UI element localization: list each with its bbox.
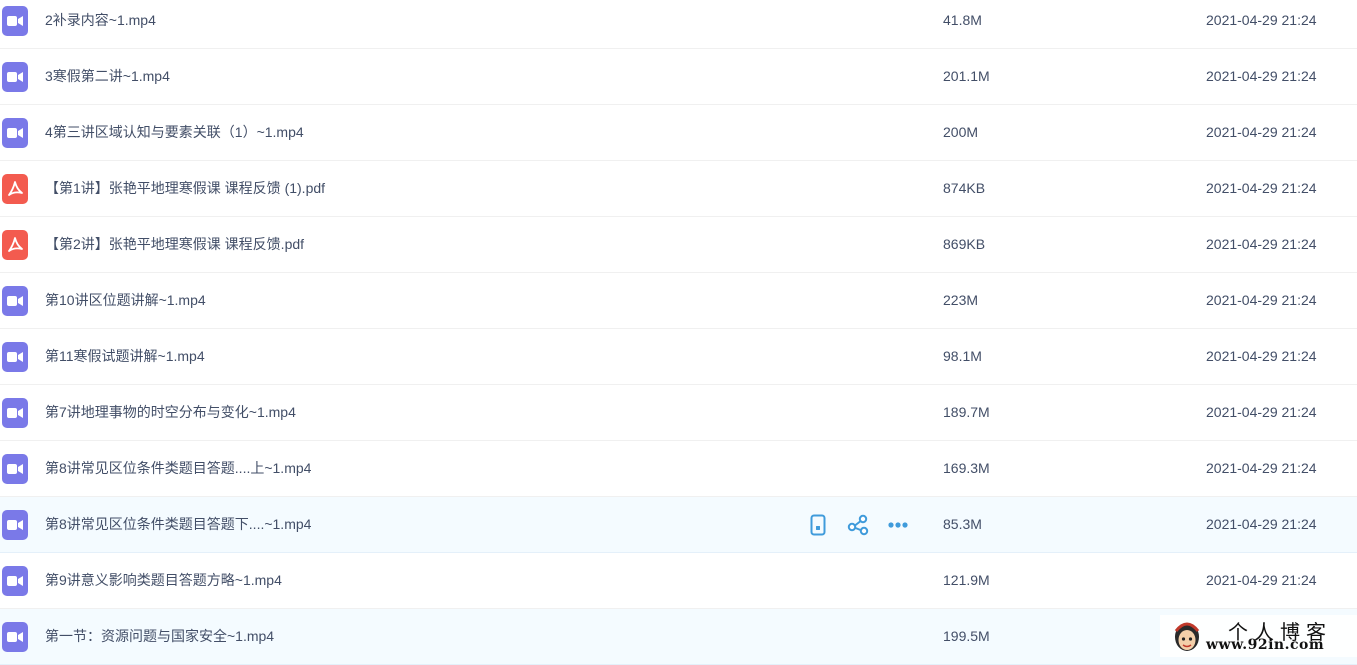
file-name[interactable]: 第10讲区位题讲解~1.mp4 — [45, 273, 206, 328]
file-date: 2021-04-29 21:24 — [1206, 348, 1317, 364]
file-date: 2021-04-29 21:24 — [1206, 460, 1317, 476]
file-row[interactable]: 4第三讲区域认知与要素关联（1）~1.mp4 200M 2021-04-29 2… — [0, 105, 1357, 161]
file-name[interactable]: 第8讲常见区位条件类题目答题....上~1.mp4 — [45, 441, 311, 496]
video-file-icon — [2, 454, 28, 484]
share-icon[interactable] — [846, 513, 870, 537]
file-name[interactable]: 第11寒假试题讲解~1.mp4 — [45, 329, 205, 384]
file-date: 2021-04-29 21:24 — [1206, 404, 1317, 420]
file-row[interactable]: 第10讲区位题讲解~1.mp4 223M 2021-04-29 21:24 — [0, 273, 1357, 329]
file-size: 223M — [943, 292, 979, 308]
file-size: 199.5M — [943, 628, 990, 644]
file-name[interactable]: 2补录内容~1.mp4 — [45, 0, 156, 48]
video-file-icon — [2, 6, 28, 36]
file-row[interactable]: 3寒假第二讲~1.mp4 201.1M 2021-04-29 21:24 — [0, 49, 1357, 105]
file-row[interactable]: 【第1讲】张艳平地理寒假课 课程反馈 (1).pdf 874KB 2021-04… — [0, 161, 1357, 217]
file-row[interactable]: 第8讲常见区位条件类题目答题....上~1.mp4 169.3M 2021-04… — [0, 441, 1357, 497]
file-row[interactable]: 第11寒假试题讲解~1.mp4 98.1M 2021-04-29 21:24 — [0, 329, 1357, 385]
file-size: 169.3M — [943, 460, 990, 476]
file-date: 2021-04-29 21:24 — [1206, 572, 1317, 588]
file-size: 121.9M — [943, 572, 990, 588]
file-size: 41.8M — [943, 12, 982, 28]
file-size: 869KB — [943, 236, 986, 252]
file-size: 85.3M — [943, 516, 982, 532]
file-name[interactable]: 第9讲意义影响类题目答题方略~1.mp4 — [45, 553, 282, 608]
watermark-url: www.92in.com — [1206, 637, 1325, 653]
video-file-icon — [2, 286, 28, 316]
file-size: 201.1M — [943, 68, 990, 84]
file-size: 189.7M — [943, 404, 990, 420]
video-file-icon — [2, 62, 28, 92]
file-row-hovered[interactable]: 第8讲常见区位条件类题目答题下....~1.mp4 85.3M 2021-04-… — [0, 497, 1357, 553]
file-size: 200M — [943, 124, 979, 140]
pdf-file-icon — [2, 174, 28, 204]
file-name[interactable]: 3寒假第二讲~1.mp4 — [45, 49, 170, 104]
avatar-logo — [1172, 619, 1202, 658]
file-row[interactable]: 第9讲意义影响类题目答题方略~1.mp4 121.9M 2021-04-29 2… — [0, 553, 1357, 609]
file-name[interactable]: 第7讲地理事物的时空分布与变化~1.mp4 — [45, 385, 296, 440]
video-file-icon — [2, 510, 28, 540]
file-row[interactable]: 【第2讲】张艳平地理寒假课 课程反馈.pdf 869KB 2021-04-29 … — [0, 217, 1357, 273]
file-name[interactable]: 4第三讲区域认知与要素关联（1）~1.mp4 — [45, 105, 304, 160]
file-name[interactable]: 【第2讲】张艳平地理寒假课 课程反馈.pdf — [45, 217, 304, 272]
video-file-icon — [2, 622, 28, 652]
file-date: 2021-04-29 21:24 — [1206, 68, 1317, 84]
row-actions — [806, 513, 926, 537]
file-name[interactable]: 第8讲常见区位条件类题目答题下....~1.mp4 — [45, 497, 311, 552]
file-size: 98.1M — [943, 348, 982, 364]
file-date: 2021-04-29 21:24 — [1206, 12, 1317, 28]
file-row[interactable]: 2补录内容~1.mp4 41.8M 2021-04-29 21:24 — [0, 0, 1357, 49]
file-date: 2021-04-29 21:24 — [1206, 180, 1317, 196]
video-file-icon — [2, 342, 28, 372]
file-name[interactable]: 【第1讲】张艳平地理寒假课 课程反馈 (1).pdf — [45, 161, 325, 216]
pdf-file-icon — [2, 230, 28, 260]
file-list: 2补录内容~1.mp4 41.8M 2021-04-29 21:24 3寒假第二… — [0, 0, 1357, 665]
video-file-icon — [2, 566, 28, 596]
video-file-icon — [2, 118, 28, 148]
file-date: 2021-04-29 21:24 — [1206, 236, 1317, 252]
watermark: 个人博客 www.92in.com — [1160, 615, 1357, 657]
file-date: 2021-04-29 21:24 — [1206, 292, 1317, 308]
video-file-icon — [2, 398, 28, 428]
file-row[interactable]: 第7讲地理事物的时空分布与变化~1.mp4 189.7M 2021-04-29 … — [0, 385, 1357, 441]
more-icon[interactable] — [886, 513, 910, 537]
phone-icon[interactable] — [806, 513, 830, 537]
file-date: 2021-04-29 21:24 — [1206, 124, 1317, 140]
file-name[interactable]: 第一节：资源问题与国家安全~1.mp4 — [45, 609, 274, 664]
file-date: 2021-04-29 21:24 — [1206, 516, 1317, 532]
file-size: 874KB — [943, 180, 986, 196]
